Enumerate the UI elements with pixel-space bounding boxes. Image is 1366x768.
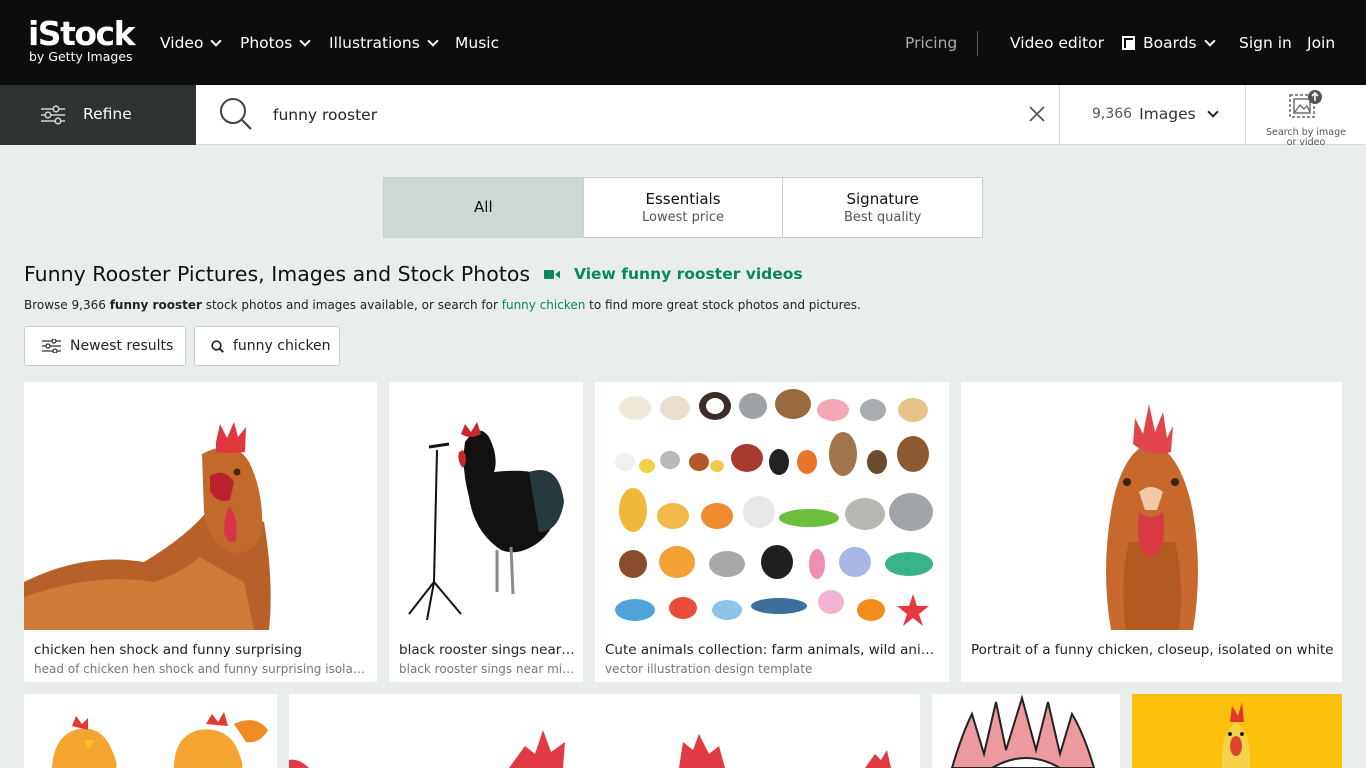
- sliders-icon: [42, 339, 61, 353]
- hen-photo: [24, 382, 377, 630]
- result-title: chicken hen shock and funny surprising: [34, 642, 303, 658]
- result-description: black rooster sings near microphone isol…: [399, 662, 575, 676]
- result-card[interactable]: chicken hen shock and funny surprising h…: [24, 382, 377, 682]
- chevron-down-icon: [1207, 105, 1219, 118]
- tab-signature-sub: Best quality: [843, 209, 922, 225]
- nav-video-menu[interactable]: Video: [160, 33, 223, 53]
- result-description: vector illustration design template: [605, 662, 813, 676]
- sort-label: Newest results: [70, 338, 174, 354]
- nav-photos-menu[interactable]: Photos: [240, 33, 311, 53]
- browse-text-post: to find more great stock photos and pict…: [585, 298, 861, 312]
- result-card[interactable]: [24, 694, 277, 768]
- result-count: 9,366: [1092, 106, 1133, 122]
- cartoon-roosters-illustration: [24, 694, 277, 768]
- boards-icon: [1122, 36, 1135, 50]
- nav-boards-menu[interactable]: Boards: [1122, 33, 1216, 53]
- result-title: Portrait of a funny chicken, closeup, is…: [971, 642, 1334, 658]
- result-image[interactable]: [389, 382, 583, 630]
- view-videos-label: View funny rooster videos: [574, 265, 803, 283]
- result-image[interactable]: [24, 382, 377, 630]
- search-divider: [1245, 85, 1246, 145]
- tab-signature-label: Signature: [846, 189, 919, 208]
- chevron-down-icon: [299, 34, 311, 47]
- nav-illustrations-menu[interactable]: Illustrations: [329, 33, 439, 53]
- search-divider: [1059, 85, 1060, 145]
- result-card[interactable]: [932, 694, 1120, 768]
- browse-description: Browse 9,366 funny rooster stock photos …: [24, 298, 861, 312]
- tab-all-label: All: [474, 198, 493, 216]
- top-navigation: iStock by Getty Images Video Photos Illu…: [0, 0, 1366, 85]
- rooster-combs-photo: [289, 694, 920, 768]
- nav-illustrations-label: Illustrations: [329, 34, 420, 52]
- nav-music-link[interactable]: Music: [455, 33, 499, 53]
- logo-tagline: by Getty Images: [29, 49, 133, 64]
- sort-button[interactable]: Newest results: [24, 326, 186, 366]
- nav-video-editor-link[interactable]: Video editor: [1010, 33, 1104, 53]
- image-upload-icon: [1289, 90, 1322, 118]
- license-tabs: All Essentials Lowest price Signature Be…: [383, 177, 983, 238]
- logo-wordmark: iStock: [28, 14, 136, 53]
- result-title: Cute animals collection: farm animals, w…: [605, 642, 941, 658]
- search-icon: [211, 339, 224, 353]
- nav-video-editor-label: Video editor: [1010, 34, 1104, 52]
- result-image[interactable]: [595, 382, 949, 630]
- tab-essentials-sub: Lowest price: [642, 209, 724, 225]
- search-bar: Refine 9,366 Images Search by image or v…: [0, 85, 1366, 148]
- media-type-label: Images: [1139, 105, 1196, 123]
- search-icon[interactable]: [218, 96, 254, 132]
- search-by-image-button[interactable]: Search by image or video: [1250, 89, 1362, 148]
- video-camera-icon: [544, 269, 560, 279]
- nav-divider: [977, 31, 978, 56]
- nav-pricing-label: Pricing: [905, 34, 958, 52]
- result-card[interactable]: Cute animals collection: farm animals, w…: [595, 382, 949, 682]
- page-title: Funny Rooster Pictures, Images and Stock…: [24, 262, 531, 286]
- result-card[interactable]: Portrait of a funny chicken, closeup, is…: [961, 382, 1342, 682]
- result-card[interactable]: [1132, 694, 1342, 768]
- related-search-label: funny chicken: [233, 338, 331, 354]
- result-image[interactable]: [961, 382, 1342, 630]
- join-label: Join: [1307, 34, 1336, 52]
- result-card[interactable]: [289, 694, 920, 768]
- browse-text-pre: Browse 9,366: [24, 298, 110, 312]
- nav-photos-label: Photos: [240, 34, 293, 52]
- refine-button[interactable]: Refine: [0, 85, 196, 145]
- chevron-down-icon: [427, 34, 439, 47]
- rooster-microphone-photo: [389, 382, 583, 630]
- result-description: head of chicken hen shock and funny surp…: [34, 662, 369, 676]
- search-by-image-label-2: or video: [1286, 137, 1326, 148]
- tab-signature[interactable]: Signature Best quality: [783, 178, 982, 237]
- animals-illustration: [595, 382, 949, 630]
- nav-pricing-link[interactable]: Pricing: [905, 33, 957, 53]
- sign-in-link[interactable]: Sign in: [1239, 33, 1292, 53]
- nav-music-label: Music: [455, 34, 500, 52]
- istock-logo[interactable]: iStock by Getty Images: [28, 14, 136, 64]
- media-type-select[interactable]: 9,366 Images: [1092, 105, 1219, 123]
- related-search-chip[interactable]: funny chicken: [194, 326, 340, 366]
- close-icon[interactable]: [1027, 104, 1047, 124]
- refine-label: Refine: [83, 105, 132, 123]
- view-videos-link[interactable]: View funny rooster videos: [544, 265, 803, 283]
- browse-text-mid: stock photos and images available, or se…: [201, 298, 502, 312]
- related-search-link[interactable]: funny chicken: [502, 298, 586, 312]
- rubber-chicken-photo: [1132, 694, 1342, 768]
- sliders-icon: [41, 105, 65, 125]
- tab-essentials-label: Essentials: [645, 189, 721, 208]
- join-link[interactable]: Join: [1307, 33, 1335, 53]
- result-card[interactable]: black rooster sings near microphone blac…: [389, 382, 583, 682]
- nav-boards-label: Boards: [1143, 34, 1197, 52]
- tab-all[interactable]: All: [384, 178, 584, 237]
- nav-video-label: Video: [160, 34, 204, 52]
- search-input[interactable]: [273, 103, 993, 127]
- sign-in-label: Sign in: [1239, 34, 1292, 52]
- browse-term: funny rooster: [109, 298, 202, 312]
- rooster-sketch-illustration: [932, 694, 1120, 768]
- tab-essentials[interactable]: Essentials Lowest price: [584, 178, 784, 237]
- chicken-portrait-photo: [961, 382, 1342, 630]
- chevron-down-icon: [1203, 34, 1216, 47]
- result-title: black rooster sings near microphone: [399, 642, 575, 658]
- chevron-down-icon: [210, 34, 223, 47]
